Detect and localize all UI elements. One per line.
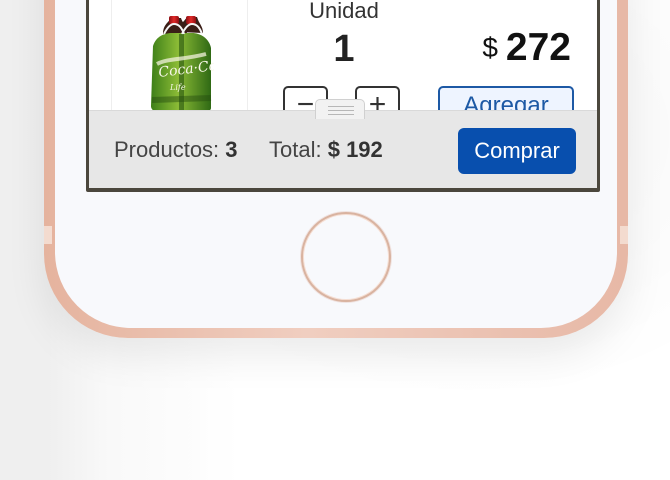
drag-handle-line xyxy=(328,110,354,111)
price-currency: $ xyxy=(482,32,498,63)
product-quantity: 1 xyxy=(333,28,355,70)
product-row: Coca·Cola Life Unidad 1 $272 − + Agregar xyxy=(89,0,597,128)
cart-summary-bar: Productos: 3 Total: $ 192 Comprar xyxy=(89,99,597,188)
product-image-cell: Coca·Cola Life xyxy=(111,0,248,111)
buy-button[interactable]: Comprar xyxy=(458,128,576,174)
phone-frame: Coca·Cola Life Unidad 1 $272 − + Agregar… xyxy=(44,0,628,338)
phone-inner-body: Coca·Cola Life Unidad 1 $272 − + Agregar… xyxy=(55,0,617,328)
product-unit-label: Unidad xyxy=(309,0,379,23)
svg-text:Life: Life xyxy=(169,83,186,92)
product-price: $272 xyxy=(482,26,571,70)
price-amount: 272 xyxy=(505,26,571,69)
app-screenshot: Coca·Cola Life Unidad 1 $272 − + Agregar… xyxy=(0,0,670,480)
coca-cola-life-bottle-pack-icon: Coca·Cola Life xyxy=(151,16,214,111)
products-summary: Productos: 3 xyxy=(114,137,238,163)
total-value: $ 192 xyxy=(327,137,383,162)
products-count: 3 xyxy=(225,137,238,162)
total-summary: Total: $ 192 xyxy=(269,137,383,163)
drag-handle-icon[interactable] xyxy=(315,99,365,119)
phone-screen: Coca·Cola Life Unidad 1 $272 − + Agregar… xyxy=(86,0,600,192)
phone-left-band xyxy=(44,226,52,244)
phone-right-band xyxy=(620,226,628,244)
total-label: Total: xyxy=(269,137,322,162)
drag-handle-line xyxy=(328,114,354,115)
drag-handle-line xyxy=(328,106,354,107)
shopping-screen: Coca·Cola Life Unidad 1 $272 − + Agregar… xyxy=(89,0,597,188)
products-label: Productos: xyxy=(114,137,220,162)
home-button-icon[interactable] xyxy=(301,212,391,302)
